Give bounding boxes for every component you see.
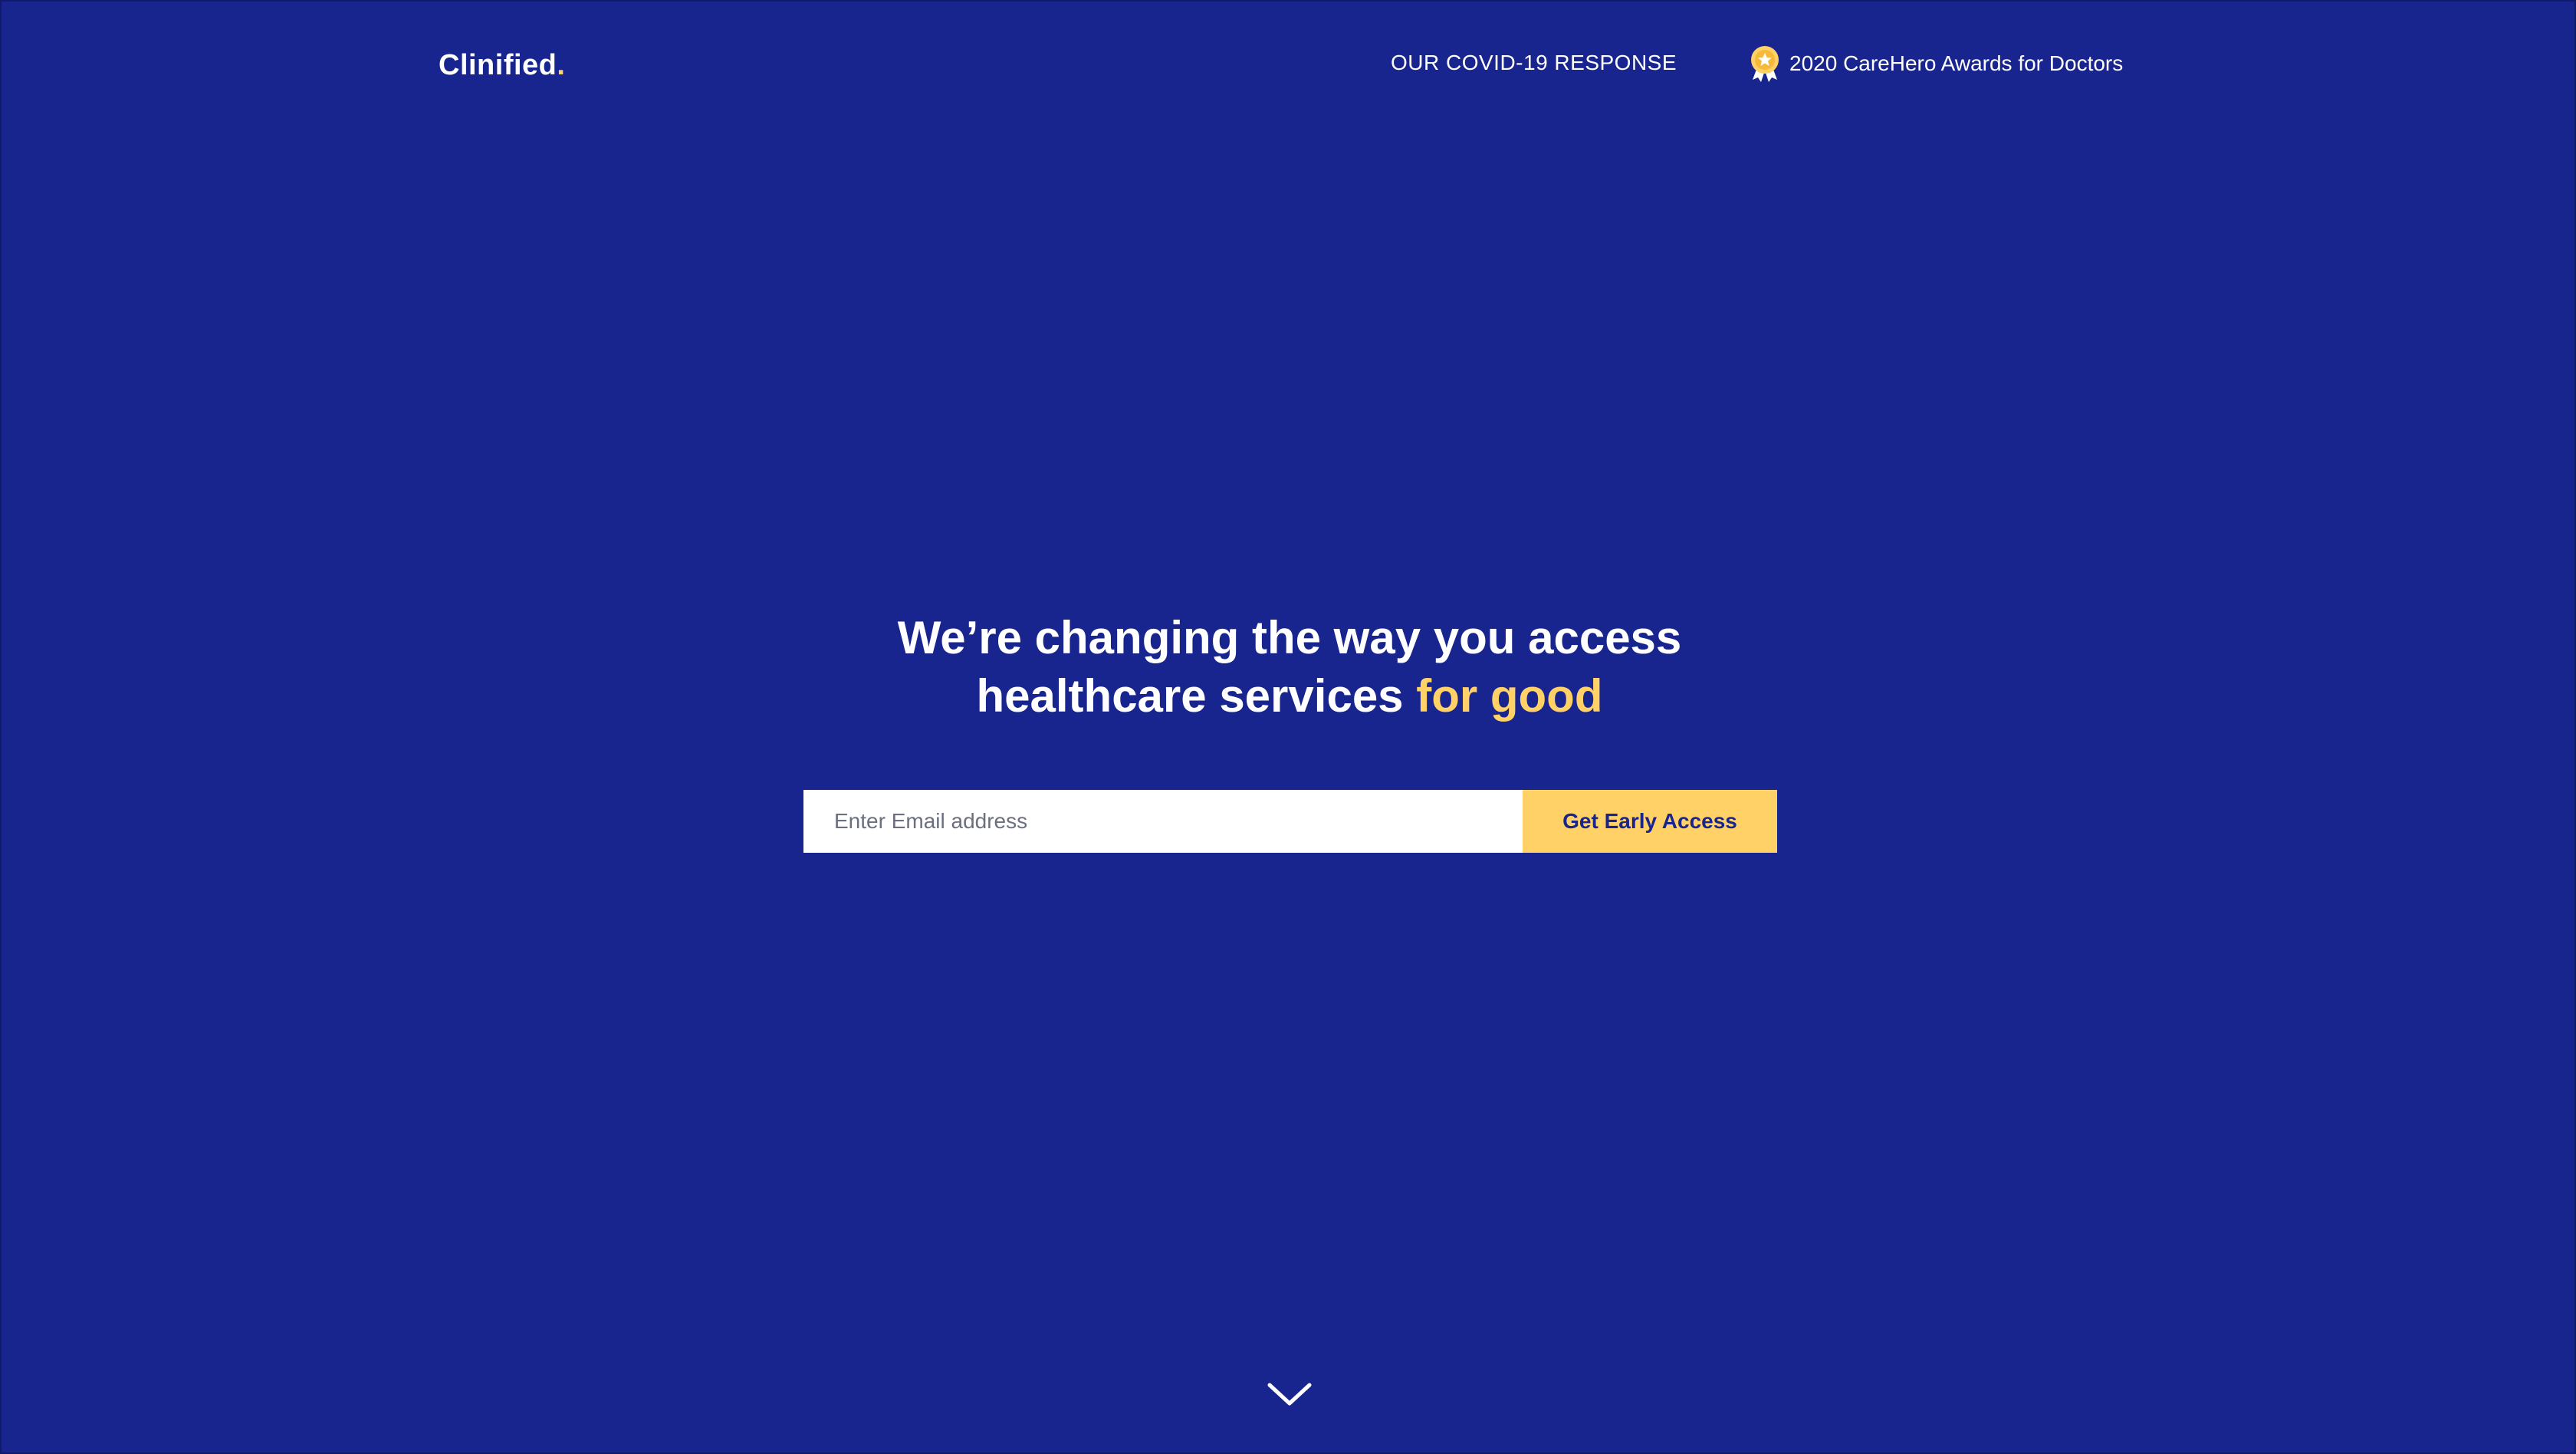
landing-page: Clinified. OUR COVID-19 RESPONSE 2020 Ca… [0,0,2576,1454]
chevron-down-icon[interactable] [1267,1379,1313,1410]
logo-dot: . [557,49,566,81]
email-input[interactable] [803,790,1523,853]
headline-accent: for good [1416,670,1603,722]
nav-covid-response[interactable]: OUR COVID-19 RESPONSE [1391,51,1677,75]
brand-logo[interactable]: Clinified. [439,49,565,82]
nav-carehero-awards[interactable]: 2020 CareHero Awards for Doctors [1748,44,2123,83]
early-access-form: Get Early Access [803,790,1777,853]
award-medal-icon [1751,46,1779,82]
award-label: 2020 CareHero Awards for Doctors [1789,51,2124,75]
headline-line-2: healthcare services [976,670,1417,722]
hero-headline: We’re changing the way you access health… [2,609,2576,725]
headline-line-1: We’re changing the way you access [897,612,1682,663]
get-early-access-button[interactable]: Get Early Access [1523,790,1777,853]
logo-text: Clinified [439,49,557,81]
hero-section: We’re changing the way you access health… [2,609,2576,725]
